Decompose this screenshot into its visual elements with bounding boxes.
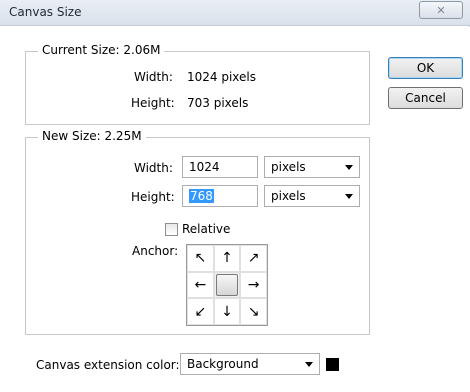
window-title: Canvas Size [9,5,82,19]
cancel-button[interactable]: Cancel [388,87,463,109]
current-size-legend: Current Size: 2.06M [38,43,165,57]
current-width-label: Width: [134,70,173,84]
height-unit-select[interactable]: pixels [264,185,360,207]
anchor-grid: ↖ ↑ ↗ ← → ↙ ↓ ↘ [186,244,268,326]
anchor-top-button[interactable]: ↑ [213,245,241,272]
anchor-label: Anchor: [132,244,179,258]
arrow-down-icon: ↓ [221,303,233,320]
ok-button[interactable]: OK [388,57,463,79]
chevron-down-icon [345,164,353,170]
anchor-top-left-button[interactable]: ↖ [187,245,214,272]
current-size-group: Current Size: 2.06M [25,43,370,125]
height-input[interactable]: 768 [182,185,258,207]
canvas-size-dialog: Canvas Size ✕ Current Size: 2.06M Width:… [0,0,470,392]
current-height-value: 703 pixels [187,96,249,110]
arrow-up-icon: ↑ [221,250,233,267]
extension-color-label: Canvas extension color: [36,358,180,372]
title-bar[interactable]: Canvas Size ✕ [0,0,470,26]
width-input-value: 1024 [189,160,220,174]
arrow-left-icon: ← [194,276,207,293]
height-unit-value: pixels [271,189,306,203]
anchor-bottom-right-button[interactable]: ↘ [240,298,267,325]
close-icon: ✕ [436,3,446,17]
relative-checkbox[interactable] [165,223,178,236]
close-button[interactable]: ✕ [419,1,463,19]
height-input-value: 768 [189,189,214,203]
anchor-left-button[interactable]: ← [187,271,214,299]
extension-color-select[interactable]: Background [180,353,320,375]
new-size-legend: New Size: 2.25M [38,129,146,143]
anchor-center-square-icon [215,273,238,296]
current-width-value: 1024 pixels [187,70,257,84]
anchor-bottom-button[interactable]: ↓ [213,298,241,325]
anchor-top-right-button[interactable]: ↗ [240,245,267,272]
arrow-right-icon: → [247,276,260,293]
anchor-right-button[interactable]: → [240,271,267,299]
width-input[interactable]: 1024 [182,156,258,178]
dialog-body: Current Size: 2.06M Width: 1024 pixels H… [0,27,470,392]
chevron-down-icon [345,193,353,199]
arrow-down-left-icon: ↙ [194,303,207,320]
width-unit-value: pixels [271,160,306,174]
arrow-down-right-icon: ↘ [247,303,260,320]
new-height-label: Height: [131,190,175,204]
arrow-up-right-icon: ↗ [247,250,260,267]
anchor-center-button[interactable] [213,271,241,299]
current-height-label: Height: [131,96,175,110]
width-unit-select[interactable]: pixels [264,156,360,178]
extension-color-swatch[interactable] [326,358,339,371]
anchor-bottom-left-button[interactable]: ↙ [187,298,214,325]
extension-color-value: Background [187,357,259,371]
arrow-up-left-icon: ↖ [194,250,207,267]
chevron-down-icon [305,361,313,367]
new-width-label: Width: [134,161,173,175]
relative-label[interactable]: Relative [182,222,230,236]
